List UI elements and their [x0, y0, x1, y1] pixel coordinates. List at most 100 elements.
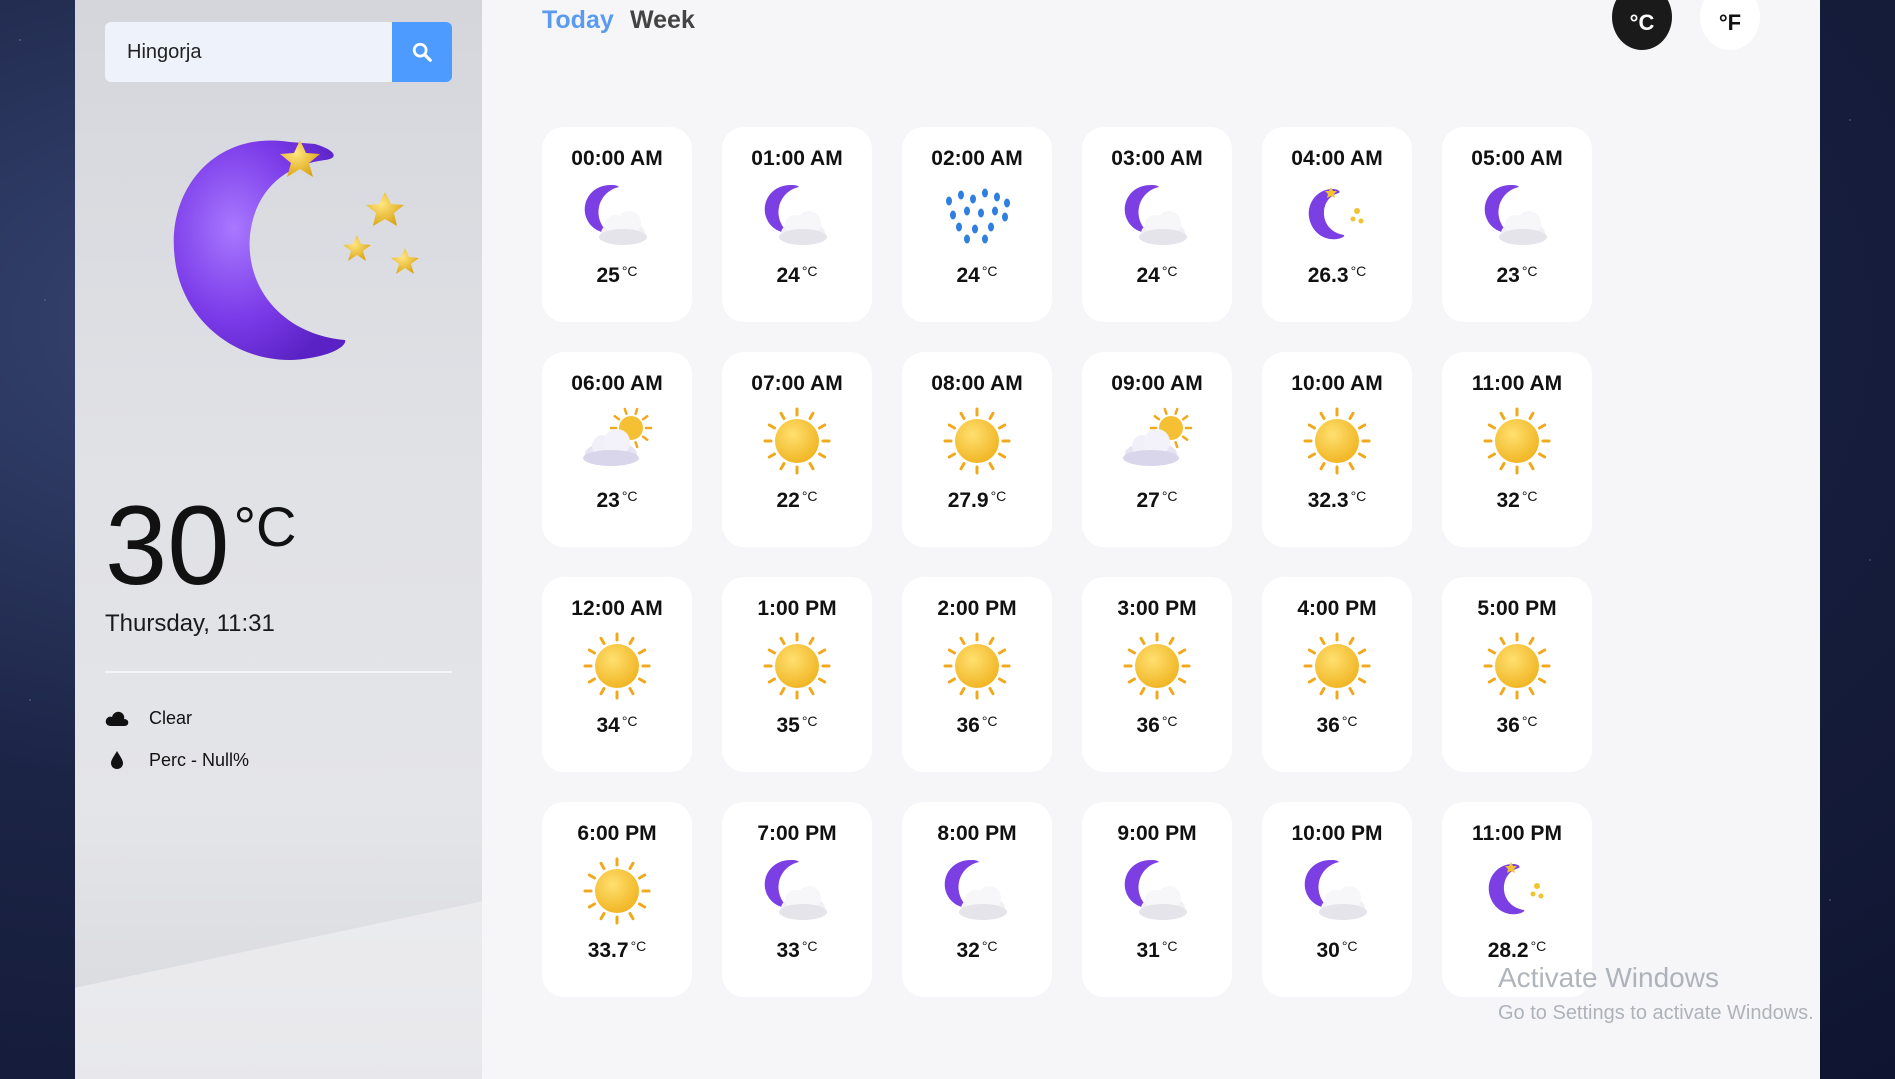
hour-temp-value: 36	[1316, 714, 1340, 737]
water-drop-icon	[105, 748, 129, 772]
hour-temp-value: 22	[776, 489, 800, 512]
hour-label: 11:00 AM	[1471, 372, 1563, 395]
hour-temp-unit: °C	[1350, 488, 1367, 504]
hour-temp-unit: °C	[1161, 713, 1178, 729]
hour-temp-value: 36	[1496, 714, 1520, 737]
hourly-card: 11:00 AM 32 °C	[1442, 352, 1592, 547]
hourly-card: 7:00 PM 33 °C	[722, 802, 872, 997]
search-input[interactable]	[105, 22, 392, 82]
hour-label: 03:00 AM	[1111, 147, 1203, 170]
hour-label: 4:00 PM	[1297, 597, 1377, 620]
hour-temperature: 28.2 °C	[1488, 938, 1547, 963]
hourly-card: 9:00 PM 31 °C	[1082, 802, 1232, 997]
hour-temp-value: 24	[956, 264, 980, 287]
condition-text: Clear	[149, 707, 193, 728]
moon-stars-icon	[173, 140, 419, 360]
hour-temperature: 34 °C	[596, 713, 637, 738]
sun-icon	[577, 631, 657, 701]
sun-icon	[1477, 406, 1557, 476]
activate-windows-watermark: Activate Windows Go to Settings to activ…	[1498, 962, 1814, 1025]
hourly-card: 5:00 PM 36 °C	[1442, 577, 1592, 772]
divider	[105, 671, 452, 673]
hour-label: 2:00 PM	[937, 597, 1017, 620]
hour-temp-value: 32	[1496, 489, 1520, 512]
hour-temperature: 24 °C	[1136, 263, 1177, 288]
hour-label: 08:00 AM	[931, 372, 1023, 395]
fahrenheit-button[interactable]: °F	[1700, 0, 1760, 50]
hourly-card: 12:00 AM 34 °C	[542, 577, 692, 772]
celsius-button[interactable]: °C	[1612, 0, 1672, 50]
tab-week[interactable]: Week	[630, 6, 695, 35]
hourly-card: 06:00 AM 23 °C	[542, 352, 692, 547]
hour-label: 04:00 AM	[1291, 147, 1383, 170]
hour-temp-value: 28.2	[1487, 939, 1529, 962]
hour-temp-unit: °C	[1350, 263, 1367, 279]
moon-cloud-icon	[937, 856, 1017, 926]
hour-temperature: 30 °C	[1316, 938, 1357, 963]
hour-label: 8:00 PM	[937, 822, 1017, 845]
hourly-card: 09:00 AM 27 °C	[1082, 352, 1232, 547]
watermark-title: Activate Windows	[1498, 962, 1719, 993]
hour-temp-unit: °C	[981, 713, 998, 729]
hour-label: 06:00 AM	[571, 372, 663, 395]
current-date: Thursday, 11:31	[105, 610, 275, 637]
moon-stars-icon	[1477, 856, 1557, 926]
hour-temp-unit: °C	[1161, 263, 1178, 279]
hour-temp-unit: °C	[801, 263, 818, 279]
moon-cloud-icon	[1117, 181, 1197, 251]
hour-label: 05:00 AM	[1471, 147, 1563, 170]
hourly-card: 07:00 AM 22 °C	[722, 352, 872, 547]
hour-label: 5:00 PM	[1477, 597, 1557, 620]
hour-temp-unit: °C	[621, 263, 638, 279]
hour-temp-value: 24	[776, 264, 800, 287]
moon-cloud-icon	[1477, 181, 1557, 251]
search-button[interactable]	[392, 22, 452, 82]
hour-temp-unit: °C	[1521, 713, 1538, 729]
hour-temp-value: 32	[956, 939, 980, 962]
temperature-value: 30	[105, 483, 230, 608]
hour-temp-value: 24	[1136, 264, 1160, 287]
hourly-card: 4:00 PM 36 °C	[1262, 577, 1412, 772]
tab-today[interactable]: Today	[542, 6, 614, 35]
condition-row: Clear	[105, 706, 192, 730]
hour-temp-unit: °C	[801, 488, 818, 504]
hourly-card: 05:00 AM 23 °C	[1442, 127, 1592, 322]
hour-temp-value: 30	[1316, 939, 1340, 962]
sun-cloud-icon	[1117, 406, 1197, 476]
moon-cloud-icon	[1117, 856, 1197, 926]
hour-temp-unit: °C	[1161, 488, 1178, 504]
hour-temp-unit: °C	[621, 713, 638, 729]
sun-icon	[757, 631, 837, 701]
hourly-card: 00:00 AM 25 °C	[542, 127, 692, 322]
current-temperature: 30 °C	[105, 490, 296, 602]
hour-label: 12:00 AM	[571, 597, 663, 620]
sun-icon	[577, 856, 657, 926]
hour-temperature: 32.3 °C	[1308, 488, 1367, 513]
hour-temperature: 26.3 °C	[1308, 263, 1367, 288]
hourly-card: 3:00 PM 36 °C	[1082, 577, 1232, 772]
moon-cloud-icon	[1297, 856, 1377, 926]
moon-stars-icon	[1297, 181, 1377, 251]
hour-temperature: 27 °C	[1136, 488, 1177, 513]
hour-temperature: 24 °C	[776, 263, 817, 288]
sun-icon	[937, 631, 1017, 701]
hour-temperature: 35 °C	[776, 713, 817, 738]
hour-temp-value: 35	[776, 714, 800, 737]
hour-temperature: 36 °C	[956, 713, 997, 738]
hour-temp-value: 23	[1496, 264, 1520, 287]
hour-label: 9:00 PM	[1117, 822, 1197, 845]
hourly-card: 03:00 AM 24 °C	[1082, 127, 1232, 322]
hourly-card: 8:00 PM 32 °C	[902, 802, 1052, 997]
hour-temperature: 33 °C	[776, 938, 817, 963]
watermark-subtitle: Go to Settings to activate Windows.	[1498, 1002, 1814, 1024]
hour-temp-unit: °C	[1521, 263, 1538, 279]
hour-temp-unit: °C	[990, 488, 1007, 504]
hour-temperature: 32 °C	[956, 938, 997, 963]
moon-cloud-icon	[757, 856, 837, 926]
hour-temp-value: 33.7	[587, 939, 629, 962]
sidebar: 30 °C Thursday, 11:31 Clear Perc - Null%	[75, 0, 482, 1079]
hourly-card: 10:00 AM 32.3 °C	[1262, 352, 1412, 547]
hour-temp-unit: °C	[1530, 938, 1547, 954]
hour-temperature: 27.9 °C	[948, 488, 1007, 513]
hourly-card: 02:00 AM 24 °C	[902, 127, 1052, 322]
